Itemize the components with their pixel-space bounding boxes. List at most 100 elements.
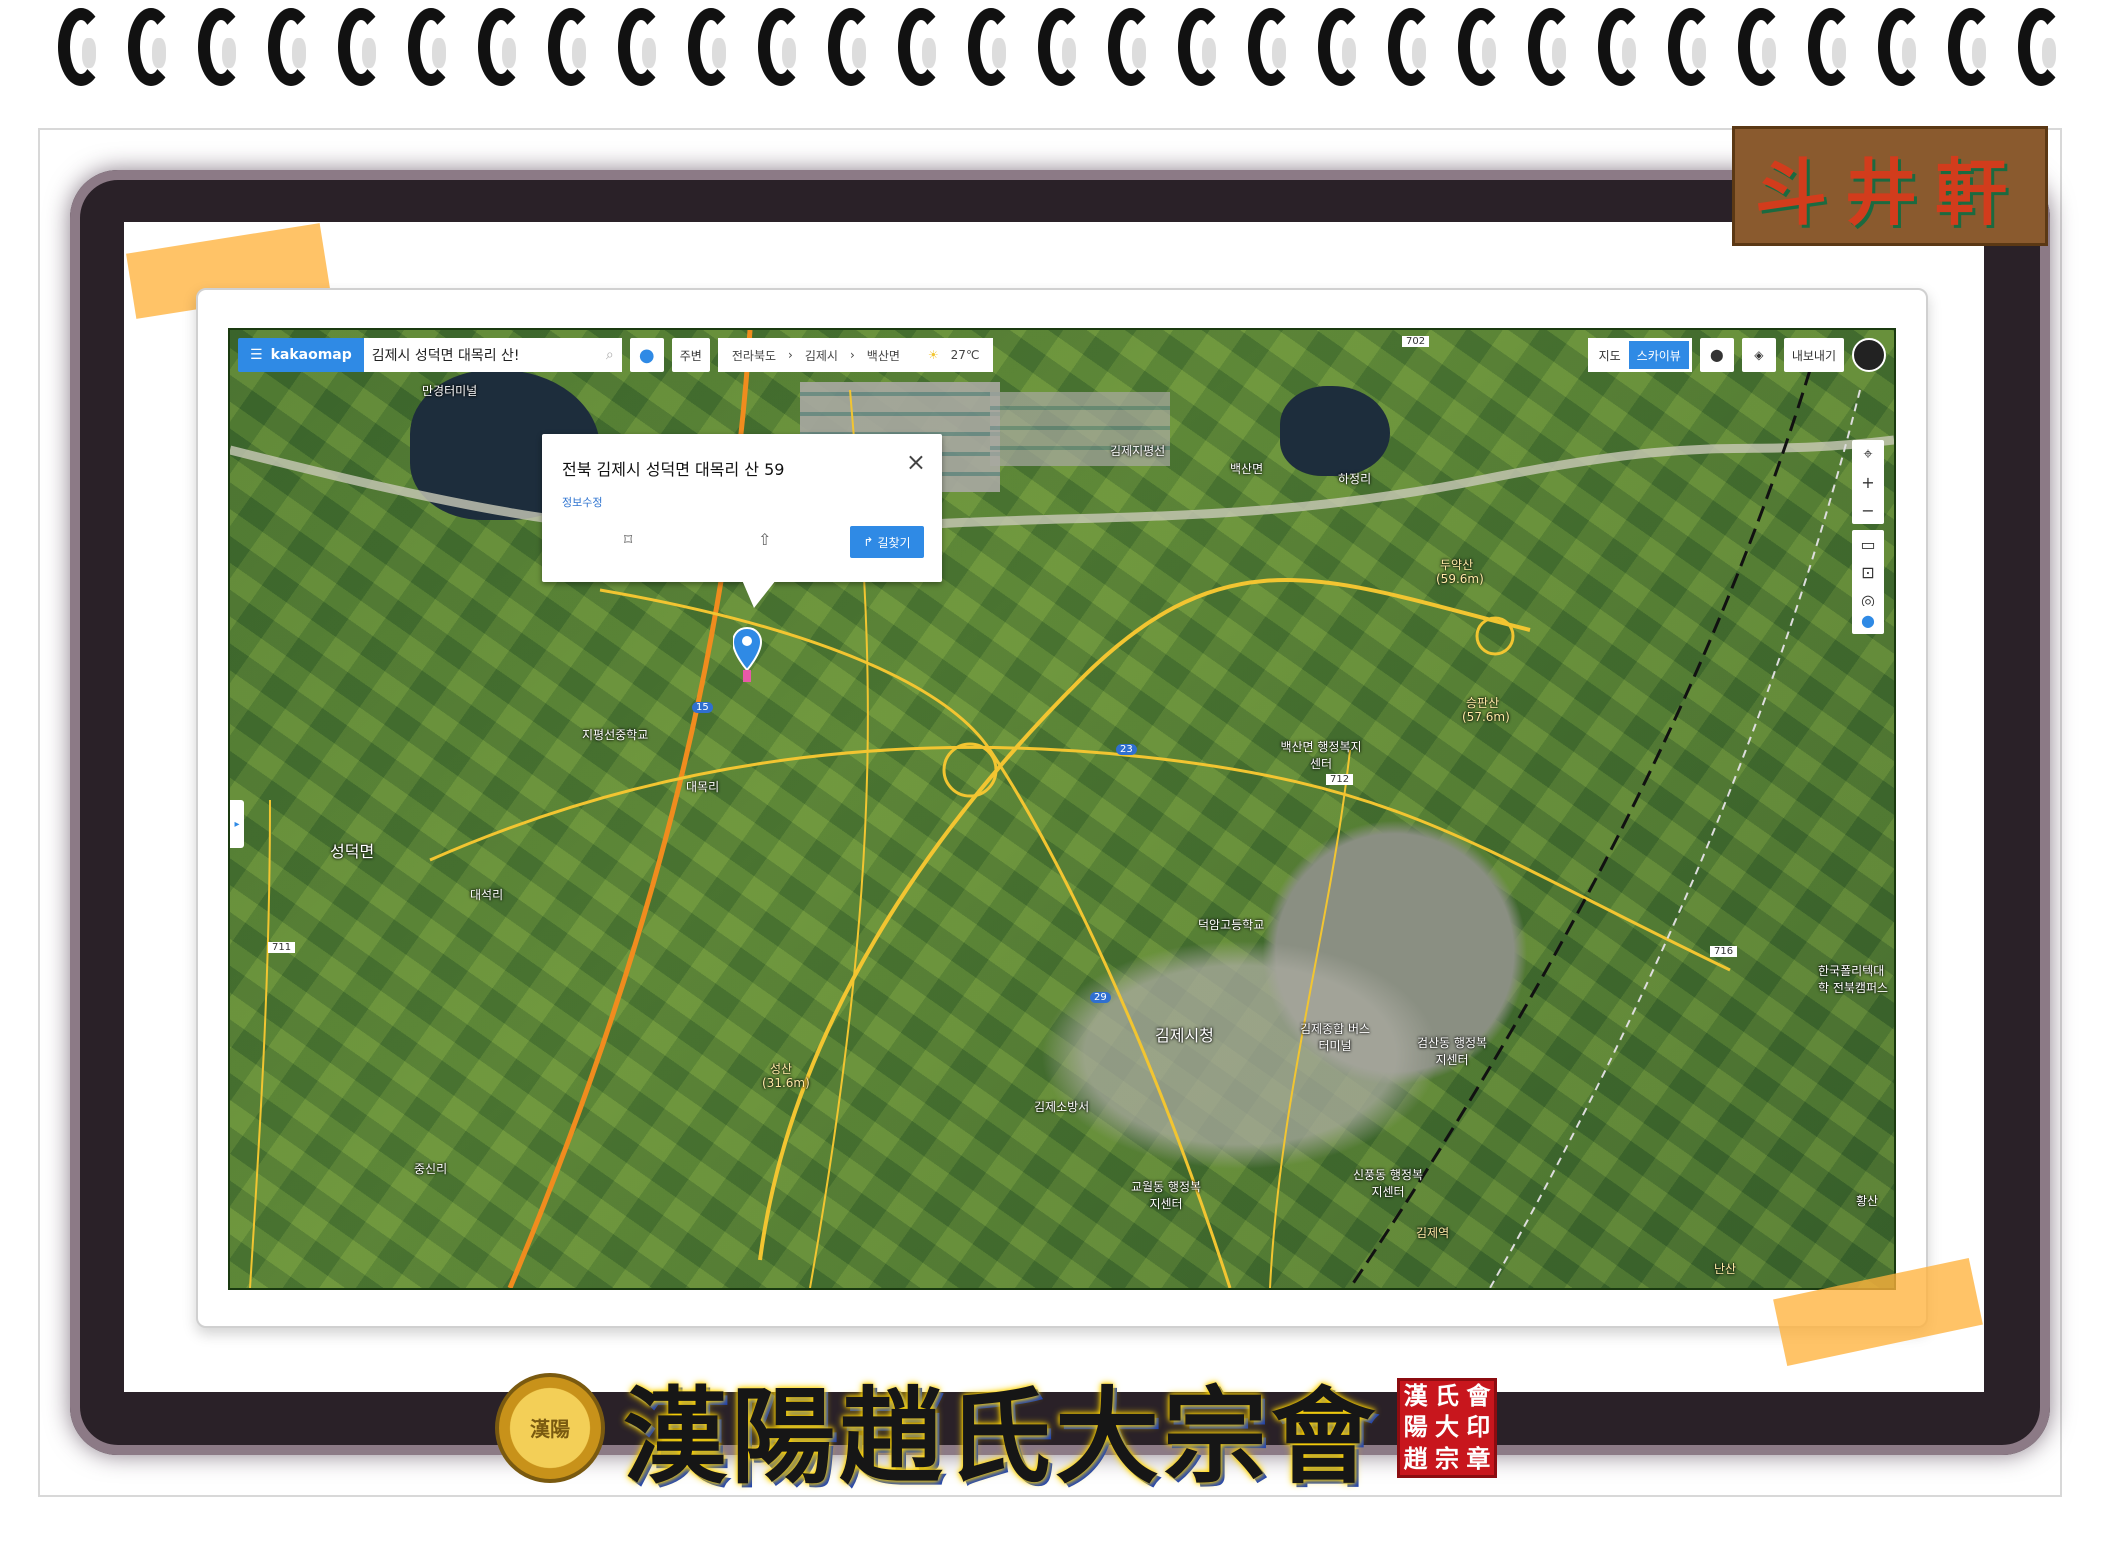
map-label: 승판산: [1466, 696, 1500, 710]
distance-button[interactable]: ▭: [1852, 530, 1884, 558]
map-label: 지평선중학교: [582, 728, 649, 742]
export-button[interactable]: 내보내기: [1783, 338, 1844, 372]
plus-icon: +: [1861, 472, 1875, 492]
sidebar-expand-button[interactable]: ▸: [230, 800, 244, 848]
road-shield: 29: [1090, 992, 1111, 1003]
edit-info-link[interactable]: 정보수정: [562, 494, 602, 510]
zoom-in-button[interactable]: +: [1852, 468, 1884, 496]
place-info-popup: 전북 김제시 성덕면 대목리 산 59 정보수정 × ⌑ ⇧ ↱ 길찾기: [542, 434, 942, 608]
share-icon[interactable]: ⇧: [758, 530, 771, 549]
road-shield: 15: [692, 702, 713, 713]
seal-char: 大: [1435, 1412, 1459, 1442]
spiral-ring: [338, 8, 384, 86]
minus-icon: −: [1861, 500, 1875, 520]
seal-char: 章: [1466, 1443, 1491, 1473]
spiral-ring: [968, 8, 1014, 86]
location-marker-icon[interactable]: [733, 626, 773, 686]
spiral-ring: [1038, 8, 1084, 86]
layers-icon: ◈: [1754, 348, 1764, 362]
breadcrumb-item[interactable]: 백산면: [867, 347, 900, 364]
spiral-ring: [1318, 8, 1364, 86]
avatar[interactable]: [1852, 338, 1886, 372]
spiral-ring: [58, 8, 104, 86]
clan-banner: 漢陽 漢陽趙氏大宗會 漢 氏 會 陽 大 印 趙 宗 章: [495, 1355, 1498, 1500]
bookmark-icon[interactable]: ⌑: [624, 530, 632, 549]
area-icon: ⊡: [1861, 562, 1875, 582]
seal-char: 趙: [1403, 1443, 1428, 1473]
spiral-ring: [198, 8, 244, 86]
nearby-button[interactable]: 주변: [671, 338, 710, 372]
breadcrumb-item[interactable]: 김제시: [805, 347, 838, 364]
notebook-spiral: [0, 0, 2105, 90]
red-seal-stamp: 漢 氏 會 陽 大 印 趙 宗 章: [1397, 1377, 1498, 1478]
road-shield: 712: [1326, 774, 1354, 785]
map-label: (31.6m): [762, 1076, 810, 1090]
map-label: 백산면: [1230, 462, 1264, 476]
map-label: 덕암고등학교: [1198, 918, 1265, 932]
spiral-ring: [1108, 8, 1154, 86]
spiral-ring: [478, 8, 524, 86]
location-pin-icon: ●: [638, 344, 655, 366]
search-icon[interactable]: ⌕: [606, 347, 614, 363]
close-icon[interactable]: ×: [906, 448, 926, 476]
map-label: 하정리: [1338, 472, 1372, 486]
spiral-ring: [268, 8, 314, 86]
map-view-tab[interactable]: 지도: [1591, 341, 1629, 369]
seal-char: 陽: [1403, 1412, 1428, 1442]
zoom-out-button[interactable]: −: [1852, 496, 1884, 524]
clan-emblem-icon: 漢陽: [495, 1372, 605, 1483]
map-label: 중신리: [414, 1162, 448, 1176]
layers-button[interactable]: ◈: [1741, 338, 1776, 372]
breadcrumb: 전라북도 › 김제시 › 백산면 ☀ 27℃: [717, 338, 994, 372]
zoom-controls: ⌖ + −: [1852, 440, 1884, 524]
spiral-ring: [2018, 8, 2064, 86]
menu-icon: ☰: [250, 347, 263, 363]
spiral-ring: [1598, 8, 1644, 86]
seal-char: 氏: [1435, 1381, 1459, 1411]
pin-control: ●: [1852, 606, 1884, 634]
spiral-ring: [1738, 8, 1784, 86]
menu-button[interactable]: ☰ kakaomap: [238, 338, 364, 372]
chevron-right-icon: ›: [849, 348, 855, 362]
search-input[interactable]: 김제시 성덕면 대목리 산! ⌕: [363, 338, 622, 372]
drop-pin-button[interactable]: ●: [1852, 606, 1884, 634]
directions-button[interactable]: ↱ 길찾기: [850, 526, 924, 558]
search-value: 김제시 성덕면 대목리 산!: [371, 348, 520, 364]
map-label: 검산동 행정복지센터: [1416, 1036, 1488, 1067]
road-shield: 711: [268, 942, 296, 953]
skyview-tab[interactable]: 스카이뷰: [1628, 341, 1689, 369]
map-label: (57.6m): [1462, 710, 1510, 724]
spiral-ring: [898, 8, 944, 86]
area-button[interactable]: ⊡: [1852, 558, 1884, 586]
spiral-ring: [408, 8, 454, 86]
current-location-button[interactable]: ⌖: [1852, 440, 1884, 468]
spiral-ring: [1248, 8, 1294, 86]
spiral-ring: [128, 8, 174, 86]
my-location-pin-button[interactable]: ●: [629, 338, 664, 372]
road-view-button[interactable]: ⬤: [1699, 338, 1734, 372]
map-label: 만경터미널: [422, 384, 478, 398]
route-icon: ↱: [863, 535, 874, 549]
map-label: 김제역: [1416, 1226, 1450, 1240]
map-label: 난산: [1714, 1262, 1737, 1276]
pin-icon: ⬤: [1710, 348, 1724, 362]
studio-logo: 斗井軒: [1732, 126, 2048, 246]
view-toggle: 지도 스카이뷰: [1587, 338, 1692, 372]
map-toolbar: ☰ kakaomap 김제시 성덕면 대목리 산! ⌕ ● 주변 전라북도 › …: [238, 338, 994, 372]
map-label: 두약산: [1440, 558, 1474, 572]
banner-title: 漢陽趙氏大宗會: [623, 1375, 1380, 1498]
map-label: 황산: [1856, 1194, 1879, 1208]
road-shield: 716: [1710, 946, 1738, 957]
directions-label: 길찾기: [877, 535, 911, 550]
kakao-skyview-map[interactable]: 만경터미널 김제지평선 백산면 하정리 두약산 (59.6m) 승판산 (57.…: [228, 328, 1896, 1290]
seal-char: 宗: [1435, 1443, 1459, 1473]
spiral-ring: [1178, 8, 1224, 86]
breadcrumb-item[interactable]: 전라북도: [732, 347, 776, 364]
map-label: 한국폴리텍대학 전북캠퍼스: [1818, 964, 1889, 995]
seal-char: 印: [1466, 1412, 1491, 1442]
road-shield: 702: [1402, 336, 1430, 347]
spiral-ring: [1458, 8, 1504, 86]
map-pin-icon: ●: [1861, 610, 1875, 630]
spiral-ring: [1878, 8, 1924, 86]
spiral-ring: [758, 8, 804, 86]
